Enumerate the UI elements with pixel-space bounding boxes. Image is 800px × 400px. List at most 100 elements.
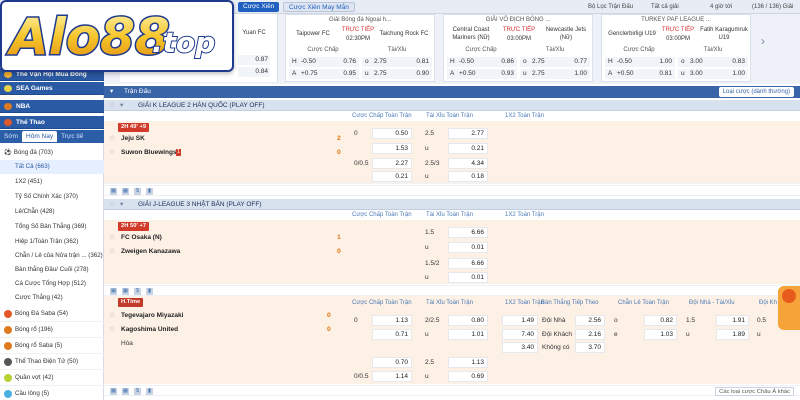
- sidebar-subitem[interactable]: Cá Cược Tổng Hợp (512): [0, 277, 104, 291]
- sidebar-item-sports[interactable]: Thể Thao: [0, 116, 104, 129]
- odd-cell[interactable]: 0.21: [448, 143, 488, 154]
- star-icon[interactable]: ☆: [109, 247, 115, 255]
- handicap-home-cell[interactable]: H -0.50 0.86: [447, 57, 517, 67]
- tab-today[interactable]: Hôm Nay: [22, 131, 58, 142]
- live-info-icon[interactable]: ▦: [122, 288, 129, 295]
- chart-icon[interactable]: ▮: [146, 388, 153, 395]
- expand-icon[interactable]: ▾: [120, 100, 123, 111]
- featured-match-2[interactable]: Giải Bóng đá Ngoại h... Taipower FC TRỰC…: [285, 14, 435, 82]
- live-info-icon[interactable]: ▦: [122, 188, 129, 195]
- currency-icon[interactable]: $: [134, 188, 141, 195]
- odd-cell[interactable]: 1.03: [644, 329, 677, 340]
- odd-cell[interactable]: 1.14: [372, 371, 412, 382]
- odd-cell[interactable]: 1.53: [372, 143, 412, 154]
- expand-icon[interactable]: ▾: [120, 199, 123, 210]
- collapse-icon[interactable]: ▾: [110, 86, 113, 98]
- lucky-parlay-tab[interactable]: Cược Xiên May Mắn: [283, 2, 355, 12]
- odd-cell[interactable]: 7.40: [502, 329, 538, 340]
- chevron-right-icon[interactable]: ›: [755, 30, 771, 52]
- chart-icon[interactable]: ▮: [146, 188, 153, 195]
- bet-parlay-tab[interactable]: Cược Xiên: [238, 2, 280, 12]
- over-cell[interactable]: o 3.00 0.83: [678, 57, 748, 67]
- sidebar-sport-saba-football[interactable]: Bóng Đá Saba (54): [0, 306, 104, 322]
- star-icon[interactable]: ☆: [109, 233, 115, 241]
- sidebar-subitem[interactable]: Bàn thắng Đầu/ Cuối (278): [0, 263, 104, 277]
- star-icon[interactable]: ☆: [109, 311, 115, 319]
- star-icon[interactable]: ☆: [109, 199, 115, 210]
- sidebar-subitem[interactable]: Cược Thắng (42): [0, 291, 104, 305]
- under-cell[interactable]: u 2.75 1.00: [520, 69, 590, 79]
- odd-cell[interactable]: 0.50: [372, 128, 412, 139]
- odd-cell[interactable]: 3.70: [575, 342, 605, 353]
- odd-cell[interactable]: 1.13: [448, 357, 488, 368]
- tab-live[interactable]: Trực tiế: [57, 131, 87, 142]
- chart-icon[interactable]: ▮: [146, 288, 153, 295]
- odd-cell[interactable]: 2.27: [372, 158, 412, 169]
- site-logo[interactable]: Alo88 .top: [0, 0, 234, 72]
- currency-icon[interactable]: $: [134, 388, 141, 395]
- sidebar-subitem[interactable]: Hiệp 1/Toàn Trận (362): [0, 235, 104, 249]
- odd-cell[interactable]: 0.01: [448, 242, 488, 253]
- league-header[interactable]: ☆ ▾ GIẢI J-LEAGUE 3 NHẬT BẢN (PLAY OFF): [104, 199, 800, 210]
- handicap-away-cell[interactable]: A +0.50 0.81: [605, 69, 675, 79]
- odd-cell[interactable]: 2.77: [448, 128, 488, 139]
- sidebar-sport-badminton[interactable]: Cầu lông (5): [0, 386, 104, 400]
- handicap-away-cell[interactable]: A +0.75 0.95: [289, 69, 359, 79]
- odd-value[interactable]: 0.87: [238, 55, 270, 65]
- odd-value[interactable]: 0.84: [238, 67, 270, 77]
- promo-widget[interactable]: [778, 286, 800, 330]
- odd-cell[interactable]: 0.82: [644, 315, 677, 326]
- odd-cell[interactable]: 1.13: [372, 315, 412, 326]
- handicap-home-cell[interactable]: H -0.50 0.76: [289, 57, 359, 67]
- odd-cell[interactable]: 2.56: [575, 315, 605, 326]
- sidebar-item-nba[interactable]: NBA: [0, 100, 104, 113]
- match-filter-select[interactable]: Bộ Lọc Trận Đấu: [588, 2, 633, 12]
- league-select[interactable]: Tất cả giải: [651, 2, 679, 12]
- other-asian-odds-select[interactable]: Các loại cược Châu Á khác: [715, 387, 794, 396]
- sidebar-sport-saba-basketball[interactable]: Bóng rổ Saba (5): [0, 338, 104, 354]
- featured-match-3[interactable]: GIẢI VÔ ĐỊCH BÓNG ... Central Coast Mari…: [443, 14, 593, 82]
- star-icon[interactable]: ☆: [109, 148, 115, 156]
- under-cell[interactable]: u 2.75 0.90: [362, 69, 432, 79]
- sidebar-subitem[interactable]: Tỷ Số Chính Xác (370): [0, 190, 104, 204]
- odd-cell[interactable]: 1.49: [502, 315, 538, 326]
- over-cell[interactable]: o 2.75 0.81: [362, 57, 432, 67]
- sidebar-sport-esports[interactable]: Thể Thao Điện Tử (50): [0, 354, 104, 370]
- star-icon[interactable]: ☆: [109, 325, 115, 333]
- handicap-away-cell[interactable]: A +0.50 0.93: [447, 69, 517, 79]
- currency-icon[interactable]: $: [134, 288, 141, 295]
- odd-cell[interactable]: 0.18: [448, 171, 488, 182]
- sidebar-subitem[interactable]: Tất Cả (663): [0, 160, 104, 174]
- league-header[interactable]: ☆ ▾ GIẢI K LEAGUE 2 HÀN QUỐC (PLAY OFF): [104, 100, 800, 111]
- odd-cell[interactable]: 1.89: [716, 329, 749, 340]
- odds-type-select[interactable]: Loại cược (dành thường): [718, 87, 794, 97]
- sidebar-item-football[interactable]: ⚽ Bóng đá (703): [0, 146, 104, 160]
- sidebar-subitem[interactable]: Tổng Số Bàn Thắng (369): [0, 220, 104, 234]
- stats-icon[interactable]: ▦: [110, 288, 117, 295]
- odd-cell[interactable]: 0.01: [448, 272, 488, 283]
- star-icon[interactable]: ☆: [109, 134, 115, 142]
- sidebar-subitem[interactable]: Chẵn / Lẻ của Nửa trận ... (362): [0, 249, 104, 263]
- odd-cell[interactable]: 3.40: [502, 342, 538, 353]
- handicap-home-cell[interactable]: H -0.50 1.00: [605, 57, 675, 67]
- sidebar-subitem[interactable]: Lẻ/Chẵn (428): [0, 205, 104, 219]
- odd-cell[interactable]: 6.66: [448, 258, 488, 269]
- stats-icon[interactable]: ▦: [110, 188, 117, 195]
- tab-early[interactable]: Sớm: [0, 131, 22, 142]
- odd-cell[interactable]: 4.34: [448, 158, 488, 169]
- odd-cell[interactable]: 2.16: [575, 329, 605, 340]
- live-info-icon[interactable]: ▦: [122, 388, 129, 395]
- sidebar-subitem[interactable]: 1X2 (451): [0, 175, 104, 189]
- over-cell[interactable]: o 2.75 0.77: [520, 57, 590, 67]
- odd-cell[interactable]: 0.71: [372, 329, 412, 340]
- featured-match-4[interactable]: TURKEY PAF LEAGUE ... Genclerbirligi U19…: [601, 14, 751, 82]
- sidebar-sport-tennis[interactable]: Quần vợt (42): [0, 370, 104, 386]
- star-icon[interactable]: ☆: [109, 100, 115, 111]
- odd-cell[interactable]: 1.01: [448, 329, 488, 340]
- odd-cell[interactable]: 0.70: [372, 357, 412, 368]
- odd-cell[interactable]: 0.80: [448, 315, 488, 326]
- under-cell[interactable]: u 3.00 1.00: [678, 69, 748, 79]
- sidebar-sport-basketball[interactable]: Bóng rổ (196): [0, 322, 104, 338]
- odd-cell[interactable]: 1.91: [716, 315, 749, 326]
- sidebar-item-sea-games[interactable]: SEA Games: [0, 82, 104, 95]
